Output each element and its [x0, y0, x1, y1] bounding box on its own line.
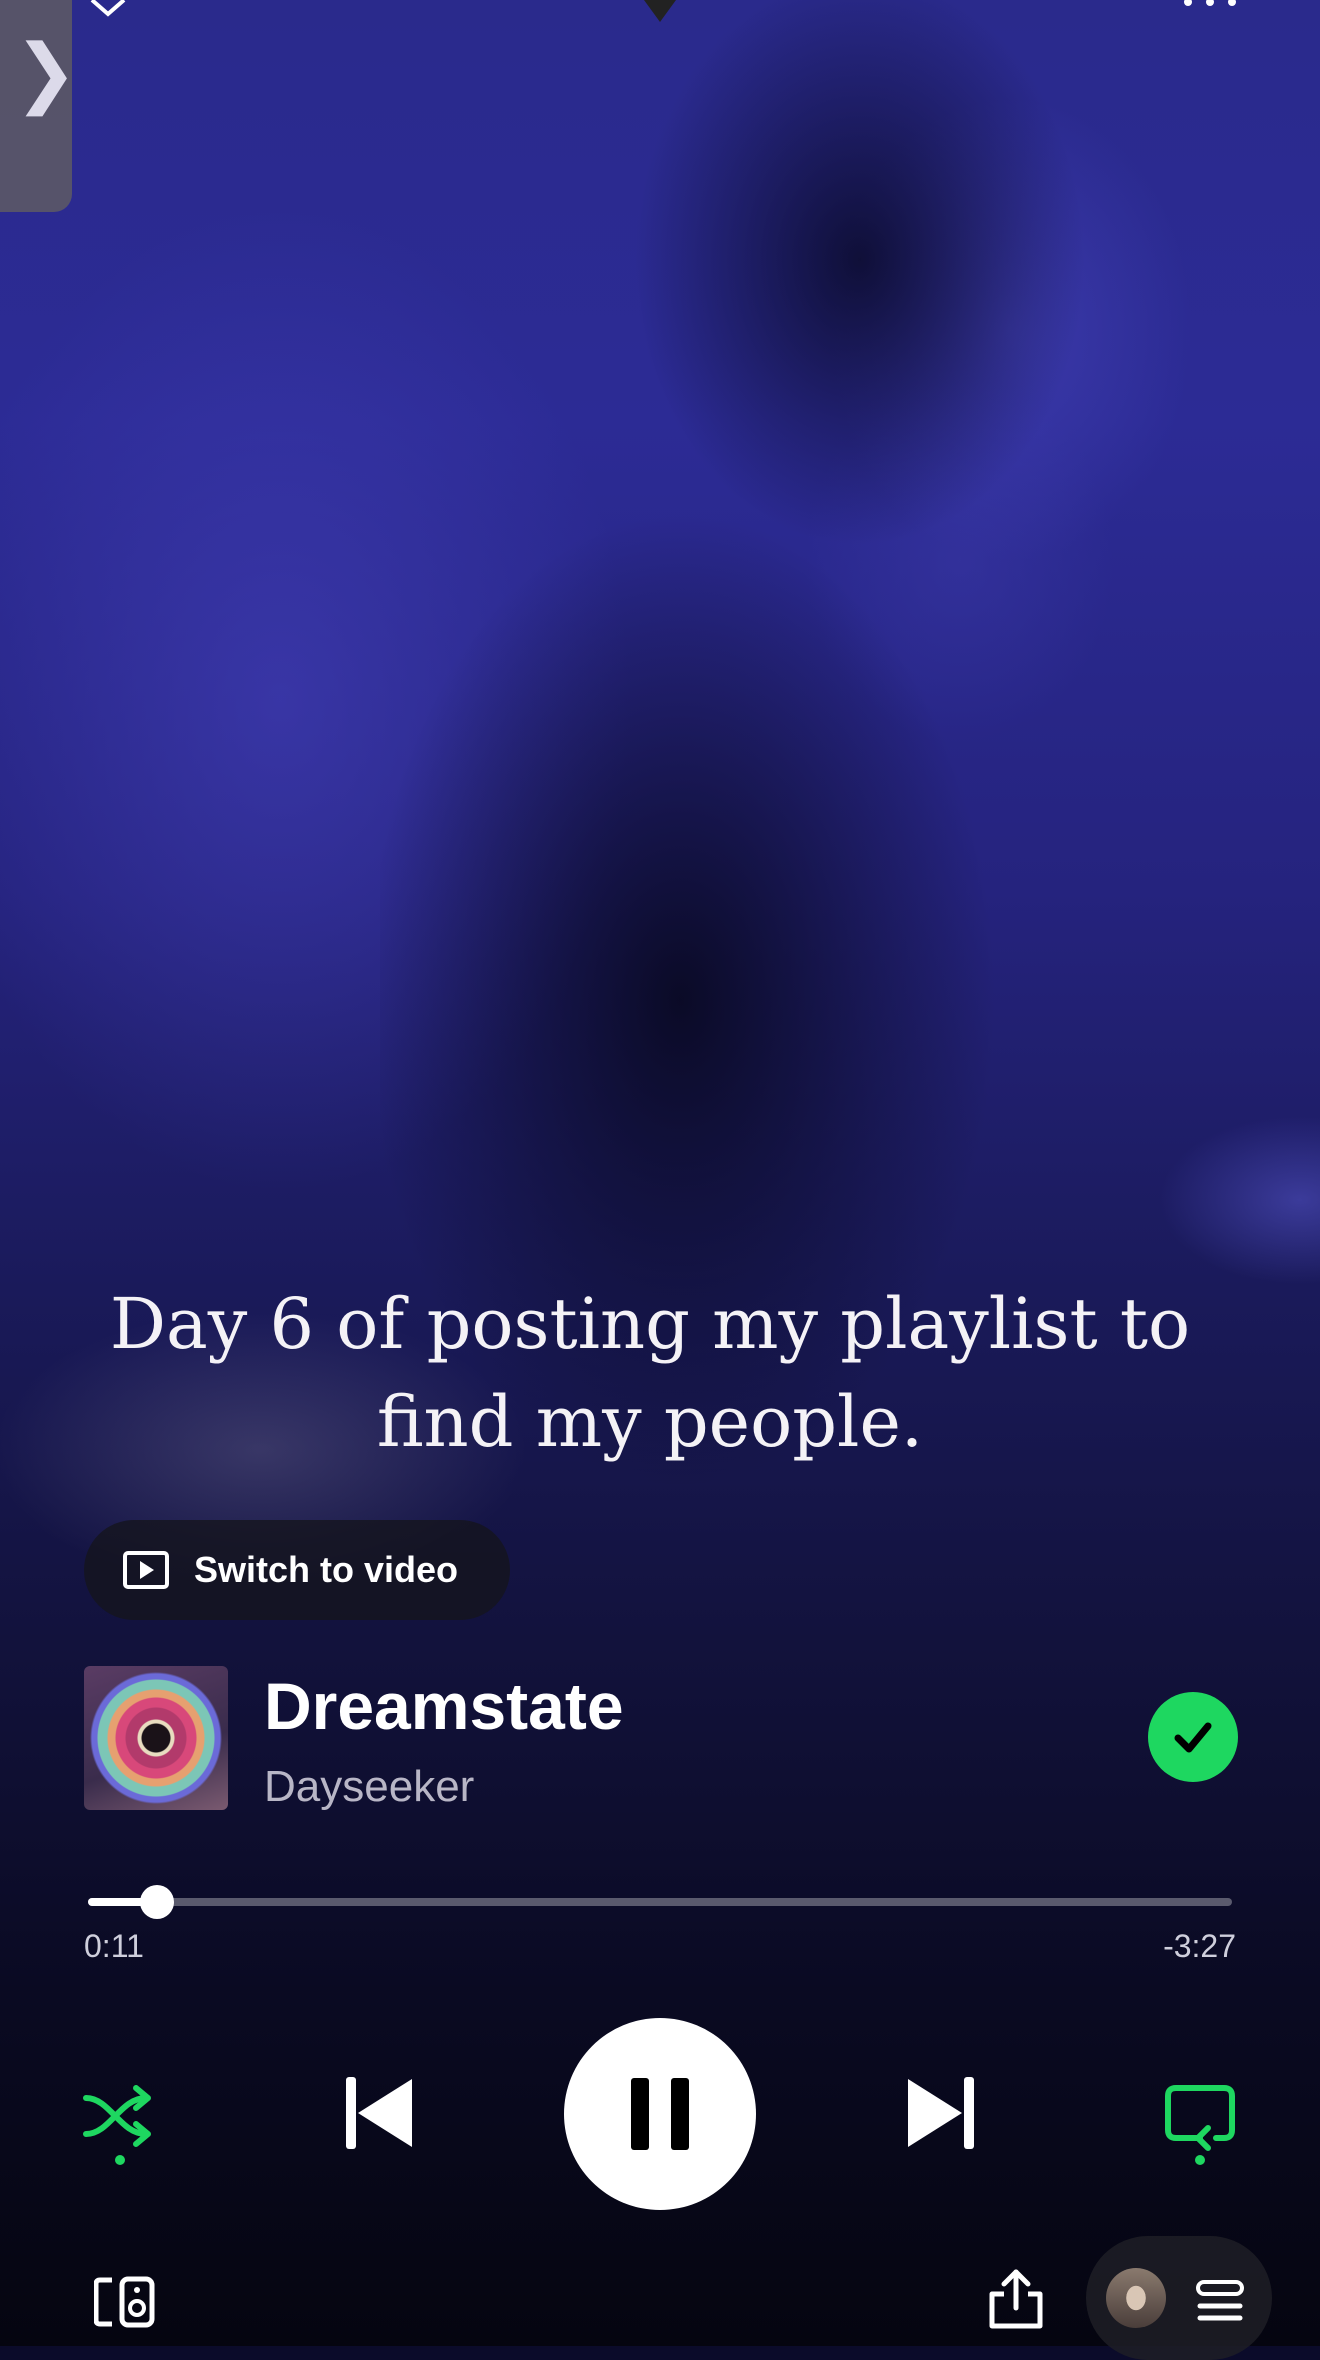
repeat-button[interactable] [1160, 2076, 1240, 2166]
shuffle-icon [83, 2085, 151, 2165]
queue-icon [1196, 2280, 1244, 2321]
share-button[interactable] [988, 2268, 1044, 2330]
connect-device-button[interactable] [94, 2276, 156, 2328]
album-cover[interactable] [84, 1666, 228, 1810]
track-artist[interactable]: Dayseeker [264, 1762, 474, 1812]
canvas-caption: Day 6 of posting my playlist to find my … [109, 1283, 1191, 1463]
previous-track-button[interactable] [340, 2070, 420, 2156]
skip-previous-icon [346, 2077, 412, 2149]
chevron-down-icon[interactable] [88, 0, 128, 20]
progress-thumb[interactable] [139, 1885, 174, 1919]
track-title[interactable]: Dreamstate [264, 1668, 624, 1744]
progress-bar[interactable] [88, 1885, 1232, 1919]
switch-to-video-label: Switch to video [194, 1549, 459, 1590]
queue-button[interactable] [1086, 2236, 1272, 2360]
next-track-button[interactable] [900, 2070, 980, 2156]
repeat-icon [1165, 2085, 1235, 2165]
chevron-right-icon: ❯ [14, 27, 78, 116]
more-options-icon[interactable] [1180, 0, 1240, 10]
side-panel-tab[interactable]: ❯ [0, 0, 78, 212]
saved-to-library-button[interactable] [1148, 1692, 1238, 1782]
time-remaining: -3:27 [1163, 1928, 1236, 1964]
switch-to-video-button[interactable]: Switch to video [84, 1520, 510, 1620]
pause-icon [631, 2078, 689, 2150]
skip-next-icon [908, 2077, 974, 2149]
connect-device-icon [94, 2276, 155, 2328]
check-icon [1174, 1722, 1212, 1753]
pin-icon [644, 0, 676, 22]
time-elapsed: 0:11 [84, 1928, 144, 1964]
avatar [1106, 2268, 1166, 2328]
share-icon [989, 2269, 1043, 2329]
play-pause-button[interactable] [564, 2018, 756, 2210]
shuffle-button[interactable] [80, 2076, 160, 2166]
play-square-icon [123, 1551, 169, 1589]
